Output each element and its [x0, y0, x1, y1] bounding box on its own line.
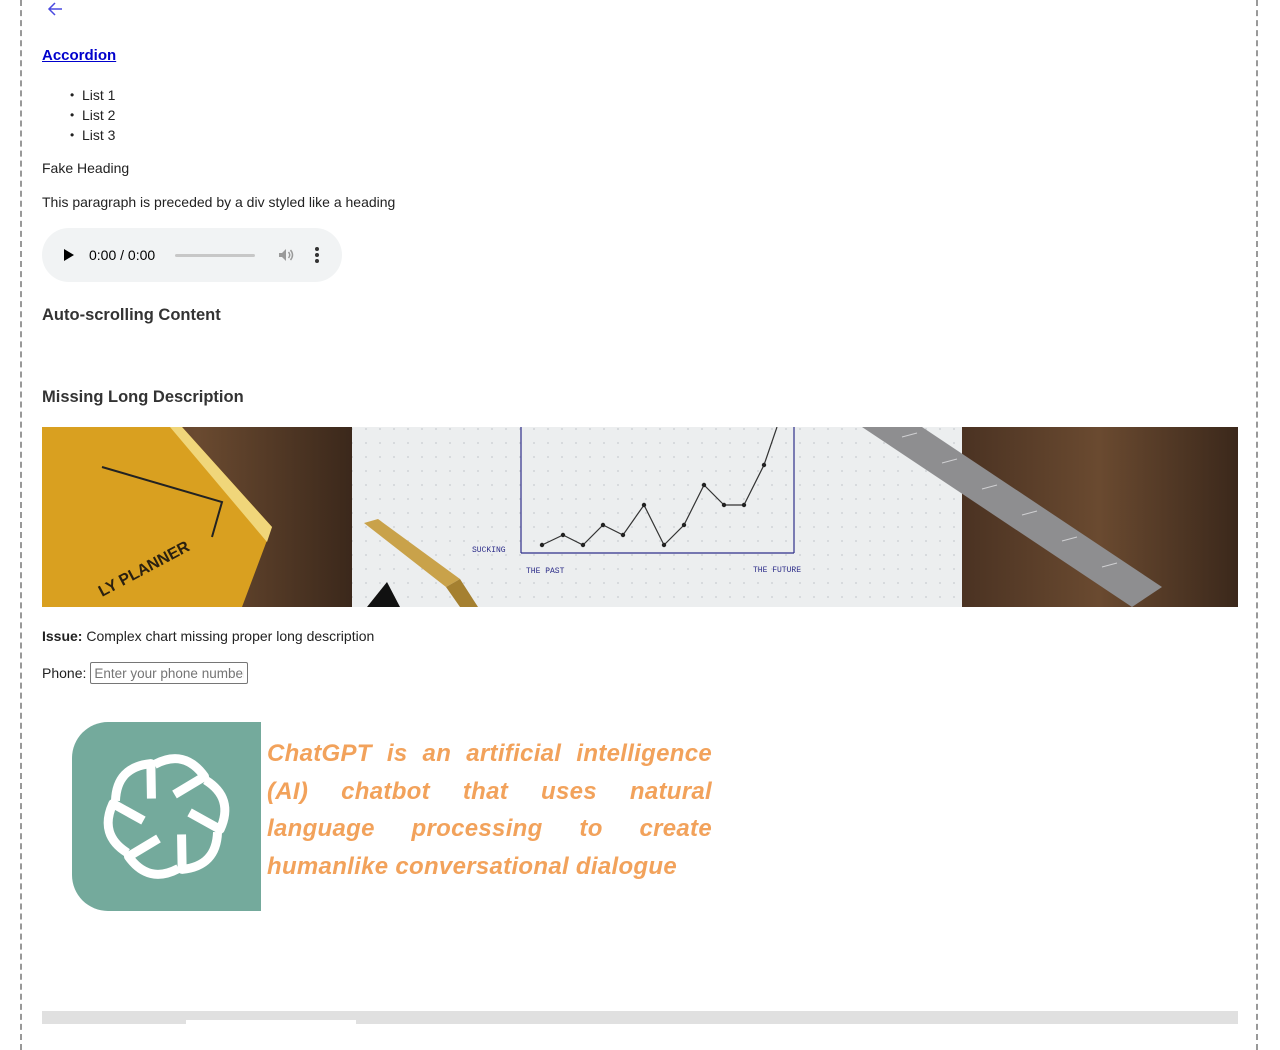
list-item: List 2	[70, 105, 116, 125]
banner-chart-x-left-label: THE PAST	[526, 567, 565, 576]
chatgpt-description: ChatGPT is an artificial intelligence (A…	[267, 740, 712, 880]
openai-logo-icon	[72, 722, 261, 911]
audio-player[interactable]: 0:00 / 0:00	[42, 228, 342, 282]
accordion-link[interactable]: Accordion	[42, 47, 116, 64]
audio-seek-slider[interactable]	[175, 253, 256, 257]
audio-time: 0:00 / 0:00	[89, 247, 156, 263]
paragraph: This paragraph is preceded by a div styl…	[42, 194, 396, 210]
phone-input[interactable]	[90, 662, 249, 684]
list-item: List 1	[70, 85, 116, 105]
arrow-left-icon[interactable]	[46, 0, 66, 20]
fake-heading: Fake Heading	[42, 160, 130, 176]
phone-field-row: Phone:	[42, 662, 249, 684]
phone-label: Phone:	[42, 665, 87, 681]
bullet-list: List 1 List 2 List 3	[42, 85, 116, 145]
issue-text: Complex chart missing proper long descri…	[86, 628, 375, 644]
volume-icon[interactable]	[277, 246, 295, 264]
more-vert-icon[interactable]	[315, 247, 320, 263]
missing-long-description-heading: Missing Long Description	[42, 388, 244, 406]
footer-tab[interactable]	[186, 1020, 356, 1024]
issue-label: Issue:	[42, 628, 83, 644]
list-item: List 3	[70, 125, 116, 145]
chart-banner-image: LY PLANNER SUCKING THE PAST THE FUTURE	[42, 427, 1238, 607]
banner-chart-x-right-label: THE FUTURE	[753, 566, 801, 575]
auto-scrolling-heading: Auto-scrolling Content	[42, 306, 221, 324]
banner-chart-y-label: SUCKING	[472, 546, 506, 555]
play-icon[interactable]	[64, 249, 74, 261]
issue-note: Issue: Complex chart missing proper long…	[42, 628, 374, 644]
